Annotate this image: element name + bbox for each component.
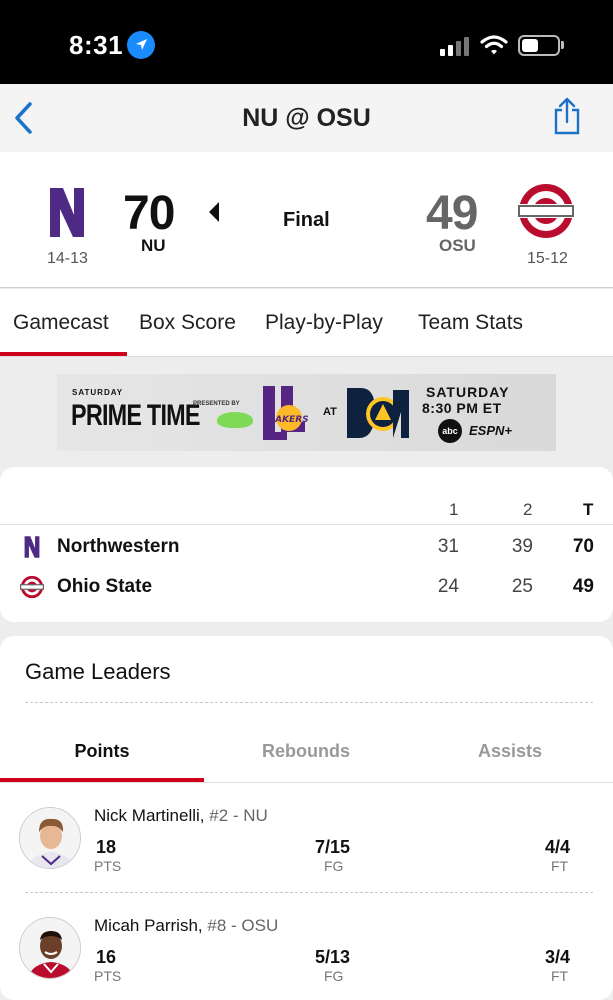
share-icon	[554, 97, 580, 135]
stat-label: PTS	[94, 858, 122, 874]
player-meta: #2 - NU	[209, 806, 268, 825]
divider	[25, 892, 593, 893]
stat-label: FG	[324, 968, 344, 984]
leader-tab-rebounds[interactable]: Rebounds	[204, 741, 408, 762]
team-name: Northwestern	[57, 536, 180, 557]
stat-value: 4/4	[545, 837, 571, 857]
period-header-1: 1	[449, 500, 459, 519]
total-header: T	[583, 500, 594, 519]
away-record: 14-13	[47, 250, 88, 267]
wifi-icon	[480, 34, 508, 56]
svg-text:LAKERS: LAKERS	[269, 415, 308, 425]
active-tab-indicator	[0, 352, 127, 356]
team-name: Ohio State	[57, 576, 153, 597]
ad-banner[interactable]: SATURDAY PRIME TIME PRESENTED BY LAKERS …	[57, 374, 556, 451]
linescore-card: 1 2 T Northwestern 31 39 70 Ohio State 2…	[0, 467, 613, 622]
cellular-signal-icon	[440, 36, 470, 56]
player-meta: #8 - OSU	[207, 916, 279, 935]
stat-value: 16	[96, 947, 117, 967]
away-score: 70	[123, 187, 175, 240]
nuggets-logo	[345, 382, 413, 444]
stat-label: FG	[324, 858, 344, 874]
player-name: Nick Martinelli, #2 - NU	[94, 806, 268, 826]
stat-label: FT	[551, 858, 569, 874]
stat-label: PTS	[94, 968, 122, 984]
tab-box-score[interactable]: Box Score	[139, 311, 236, 335]
away-abbr: NU	[141, 236, 166, 255]
abc-logo: abc	[438, 419, 462, 443]
leader-tab-points[interactable]: Points	[0, 741, 204, 762]
share-button[interactable]	[552, 96, 582, 136]
player-name-text: Micah Parrish,	[94, 916, 203, 935]
ad-brand: PRIME TIME	[71, 399, 200, 432]
player-avatar	[19, 807, 81, 869]
period-score: 31	[437, 536, 459, 557]
battery-icon	[518, 35, 560, 56]
game-tabs: Gamecast Box Score Play-by-Play Team Sta…	[0, 289, 613, 357]
nav-bar: NU @ OSU	[0, 84, 613, 152]
leader-tab-assists[interactable]: Assists	[408, 741, 612, 762]
ad-time: 8:30 PM ET	[422, 400, 502, 416]
stat-value: 7/15	[315, 837, 351, 857]
stat-value: 18	[96, 837, 117, 857]
scoreboard: 14-13 70 NU Final 49 OSU 15-12	[0, 152, 613, 288]
period-score: 24	[437, 576, 459, 597]
active-leader-tab-indicator	[0, 778, 204, 782]
home-abbr: OSU	[439, 236, 476, 255]
status-time: 8:31	[69, 30, 124, 60]
northwestern-logo[interactable]	[47, 185, 87, 240]
tab-gamecast[interactable]: Gamecast	[13, 311, 109, 335]
espn-plus-logo: ESPN+	[469, 423, 512, 438]
tab-team-stats[interactable]: Team Stats	[418, 311, 523, 335]
leader-tabs-divider	[0, 782, 613, 783]
leader-row[interactable]: Micah Parrish, #8 - OSU 16 PTS 5/13 FG 3…	[0, 894, 613, 1000]
battery-cap	[561, 41, 564, 49]
ad-at: AT	[323, 406, 337, 418]
page-title: NU @ OSU	[242, 104, 371, 132]
northwestern-logo-small	[20, 535, 44, 559]
stat-value: 3/4	[545, 947, 571, 967]
home-record: 15-12	[527, 250, 568, 267]
period-score: 39	[511, 536, 533, 557]
period-header-2: 2	[523, 500, 533, 519]
location-arrow-icon	[127, 31, 155, 59]
leader-row[interactable]: Nick Martinelli, #2 - NU 18 PTS 7/15 FG …	[0, 784, 613, 894]
ohio-state-logo[interactable]	[517, 182, 575, 240]
home-score: 49	[426, 187, 478, 240]
sponsor-logo	[217, 412, 253, 428]
ad-day: SATURDAY	[426, 384, 510, 400]
divider	[25, 702, 593, 703]
game-leaders-card: Game Leaders Points Rebounds Assists Nic…	[0, 636, 613, 1000]
winner-indicator-icon	[209, 202, 219, 222]
stat-value: 5/13	[315, 947, 351, 967]
stat-label: FT	[551, 968, 569, 984]
total-score: 70	[572, 536, 594, 557]
ohio-state-logo-small	[20, 575, 44, 599]
game-status: Final	[283, 209, 330, 231]
player-name: Micah Parrish, #8 - OSU	[94, 916, 278, 936]
total-score: 49	[572, 576, 594, 597]
player-name-text: Nick Martinelli,	[94, 806, 205, 825]
ad-presented-by: PRESENTED BY	[193, 401, 240, 407]
linescore-divider	[0, 524, 613, 525]
section-title: Game Leaders	[25, 659, 171, 684]
ad-day-label: SATURDAY	[72, 388, 124, 397]
lakers-logo: LAKERS	[261, 382, 315, 444]
period-score: 25	[511, 576, 533, 597]
tab-play-by-play[interactable]: Play-by-Play	[265, 311, 383, 335]
status-bar: 8:31	[0, 0, 613, 84]
player-avatar	[19, 917, 81, 979]
